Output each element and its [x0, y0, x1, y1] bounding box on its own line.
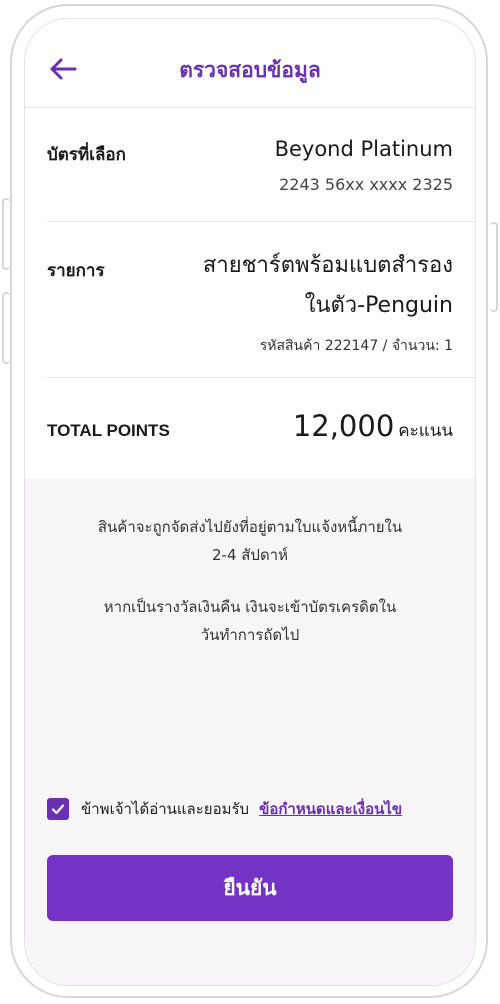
agree-checkbox[interactable] — [47, 798, 69, 820]
check-icon — [51, 804, 65, 815]
item-label: รายการ — [47, 261, 105, 281]
total-value: 12,000 คะแนน — [293, 409, 453, 444]
agree-text: ข้าพเจ้าได้อ่านและยอมรับ — [81, 800, 250, 818]
delivery-note: สินค้าจะถูกจัดส่งไปยังที่อยู่ตามใบแจ้งหน… — [45, 513, 455, 569]
agree-row: ข้าพเจ้าได้อ่านและยอมรับ ข้อกำหนดและเงื่… — [47, 797, 402, 821]
total-label: TOTAL POINTS — [47, 421, 170, 440]
arrow-left-icon — [50, 58, 77, 80]
phone-side-button — [2, 198, 10, 270]
item-row: รายการ สายชาร์ตพร้อมแบตสำรอง ในตัว-Pengu… — [47, 247, 453, 367]
card-label: บัตรที่เลือก — [47, 145, 126, 165]
delivery-note-line1: สินค้าจะถูกจัดส่งไปยังที่อยู่ตามใบแจ้งหน… — [97, 518, 403, 536]
terms-link[interactable]: ข้อกำหนดและเงื่อนไข — [259, 797, 402, 821]
divider — [47, 377, 475, 378]
card-number: 2243 56xx xxxx 2325 — [279, 175, 453, 194]
card-name: Beyond Platinum — [274, 137, 453, 161]
item-code-qty: รหัสสินค้า 222147 / จำนวน: 1 — [259, 338, 453, 354]
phone-side-button — [490, 222, 498, 312]
header: ตรวจสอบข้อมูล — [25, 19, 475, 108]
back-button[interactable] — [49, 57, 77, 81]
cashback-note-line2: วันทำการถัดไป — [200, 626, 300, 644]
cashback-note: หากเป็นรางวัลเงินคืน เงินจะเข้าบัตรเครดิ… — [45, 593, 455, 649]
phone-side-button — [2, 292, 10, 364]
confirm-button[interactable]: ยืนยัน — [47, 855, 453, 921]
card-row: บัตรที่เลือก Beyond Platinum 2243 56xx x… — [47, 137, 453, 217]
delivery-note-line2: 2-4 สัปดาห์ — [212, 546, 288, 564]
page-title: ตรวจสอบข้อมูล — [179, 57, 321, 82]
total-row: TOTAL POINTS 12,000 คะแนน — [47, 409, 453, 455]
screen: ตรวจสอบข้อมูล บัตรที่เลือก Beyond Platin… — [24, 18, 476, 986]
divider — [47, 221, 475, 222]
item-name-line1: สายชาร์ตพร้อมแบตสำรอง — [202, 253, 453, 278]
cashback-note-line1: หากเป็นรางวัลเงินคืน เงินจะเข้าบัตรเครดิ… — [103, 598, 397, 616]
item-name-line2: ในตัว-Penguin — [304, 293, 453, 318]
total-points: 12,000 — [292, 409, 395, 443]
total-unit: คะแนน — [398, 421, 453, 441]
